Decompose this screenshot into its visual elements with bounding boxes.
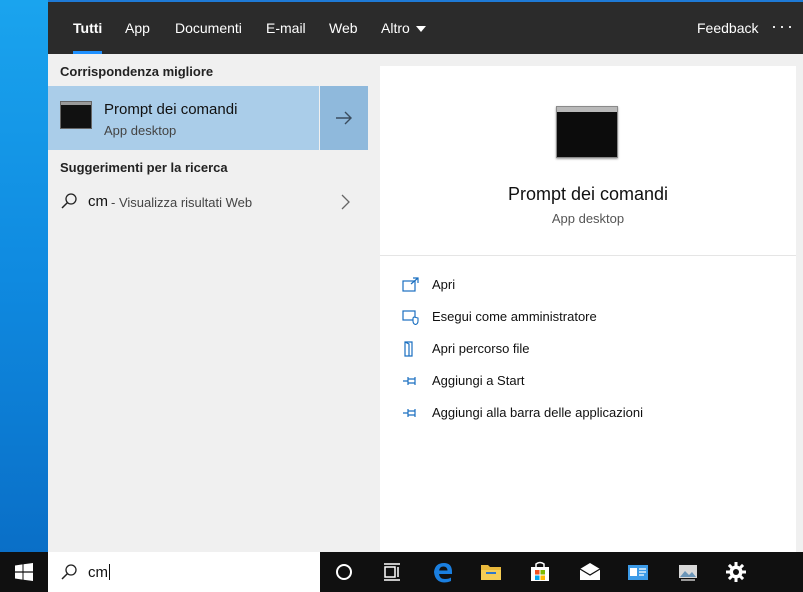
pin-taskbar-icon [403,409,416,417]
search-icon [61,564,77,580]
suggestions-heading: Suggerimenti per la ricerca [60,160,228,175]
action-open[interactable]: Apri [402,274,782,296]
contact-card-button[interactable] [614,552,662,592]
action-pin-to-start-label: Aggiungi a Start [432,373,525,388]
cortana-icon [336,564,352,580]
detail-pane: Prompt dei comandi App desktop Apri Eseg… [380,66,796,552]
tab-documents[interactable]: Documenti [175,2,242,54]
taskbar: cm [0,552,803,592]
best-match-heading: Corrispondenza migliore [60,64,214,79]
suggestion-description: - Visualizza risultati Web [111,195,253,210]
action-run-as-admin-label: Esegui come amministratore [432,309,597,324]
expand-details-button[interactable] [320,86,368,150]
best-match-title: Prompt dei comandi [104,101,238,118]
action-pin-to-start[interactable]: Aggiungi a Start [402,370,782,392]
mail-icon [579,563,601,580]
windows-logo-icon [15,563,33,581]
tab-apps[interactable]: App [125,2,150,54]
run-as-admin-icon [402,310,419,325]
action-pin-to-taskbar[interactable]: Aggiungi alla barra delle applicazioni [402,402,782,424]
edge-taskbar-button[interactable] [419,552,467,592]
open-icon [402,277,419,292]
edge-icon [434,563,452,583]
contact-card-icon [628,565,648,580]
search-icon [61,193,77,209]
tab-email[interactable]: E-mail [266,2,306,54]
mail-button[interactable] [566,552,614,592]
photo-viewer-button[interactable] [664,552,712,592]
text-cursor [109,564,110,580]
task-view-icon [384,563,400,581]
open-file-location-icon [404,341,413,357]
action-pin-to-taskbar-label: Aggiungi alla barra delle applicazioni [432,405,644,420]
results-list: Corrispondenza migliore Prompt dei coman… [48,54,368,552]
tab-more[interactable]: Altro [381,2,426,54]
feedback-link[interactable]: Feedback [697,2,758,54]
chevron-down-icon [415,26,426,33]
file-explorer-button[interactable] [467,552,515,592]
file-explorer-icon [481,565,501,580]
chevron-right-icon [341,194,350,210]
action-open-file-location-label: Apri percorso file [432,341,530,356]
action-run-as-admin[interactable]: Esegui come amministratore [402,306,782,328]
action-open-label: Apri [432,277,456,292]
detail-title: Prompt dei comandi [507,184,669,204]
suggestion-query: cm [88,193,108,210]
detail-subtitle: App desktop [551,211,625,226]
settings-button[interactable] [712,552,760,592]
taskbar-search-box[interactable]: cm [48,552,320,592]
more-options-button[interactable]: ··· [771,2,795,54]
store-button[interactable] [516,552,564,592]
photo-viewer-icon [679,565,697,581]
search-input-value: cm [88,564,108,581]
arrow-right-icon [336,111,352,125]
search-panel: Tutti App Documenti E-mail Web Altro Fee… [48,0,803,552]
start-button[interactable] [0,552,48,592]
search-scope-nav: Tutti App Documenti E-mail Web Altro Fee… [48,0,803,54]
store-icon [531,561,549,581]
command-prompt-icon [60,101,92,129]
web-suggestion-item[interactable]: cm - Visualizza risultati Web [48,186,368,216]
best-match-result[interactable]: Prompt dei comandi App desktop [48,86,319,150]
tab-web[interactable]: Web [329,2,358,54]
settings-gear-icon [726,562,746,582]
task-view-button[interactable] [368,552,416,592]
cortana-button[interactable] [320,552,368,592]
command-prompt-icon [556,106,618,158]
action-open-file-location[interactable]: Apri percorso file [402,338,782,360]
detail-header: Prompt dei comandi App desktop [380,66,796,256]
best-match-subtitle: App desktop [104,123,177,138]
tab-more-label: Altro [381,20,410,36]
tab-all[interactable]: Tutti [73,2,103,54]
search-input[interactable]: cm [88,564,110,581]
pin-icon [403,377,416,385]
